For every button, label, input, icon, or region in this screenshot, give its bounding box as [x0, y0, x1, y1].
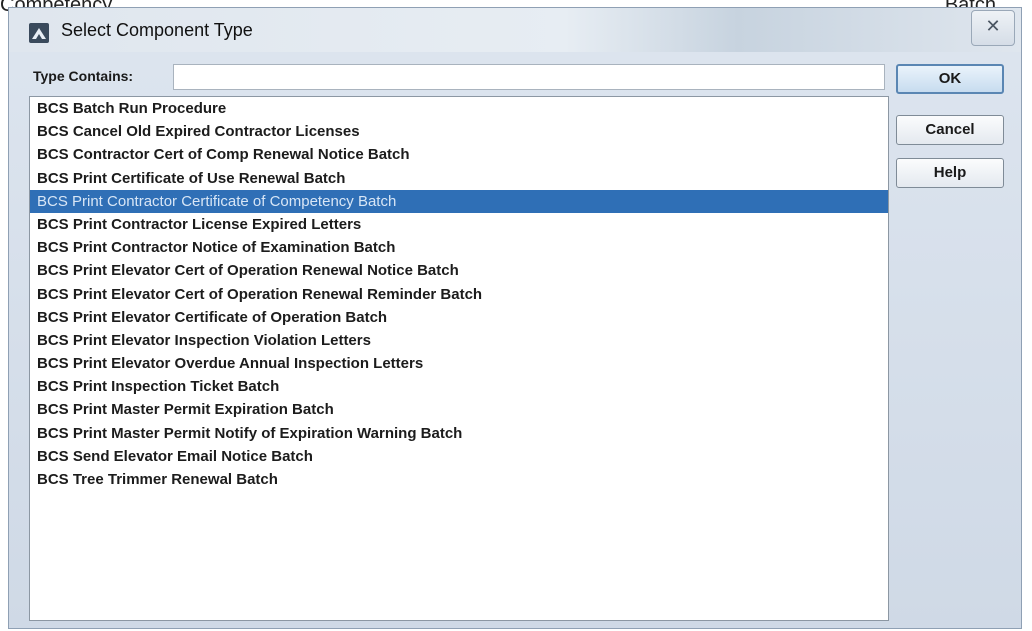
- list-item[interactable]: BCS Cancel Old Expired Contractor Licens…: [30, 120, 888, 143]
- list-item[interactable]: BCS Print Inspection Ticket Batch: [30, 375, 888, 398]
- list-item[interactable]: BCS Print Contractor License Expired Let…: [30, 213, 888, 236]
- close-button[interactable]: ✕: [971, 10, 1015, 46]
- app-icon: [29, 23, 49, 43]
- type-contains-label: Type Contains:: [33, 68, 134, 84]
- title-bar[interactable]: Select Component Type ✕: [9, 8, 1021, 52]
- close-icon: ✕: [985, 16, 1001, 36]
- type-contains-input[interactable]: [173, 64, 885, 90]
- list-item[interactable]: BCS Tree Trimmer Renewal Batch: [30, 468, 888, 491]
- list-item[interactable]: BCS Print Certificate of Use Renewal Bat…: [30, 167, 888, 190]
- list-item[interactable]: BCS Batch Run Procedure: [30, 97, 888, 120]
- dialog-title: Select Component Type: [61, 20, 253, 40]
- ok-button[interactable]: OK: [896, 64, 1004, 94]
- list-item[interactable]: BCS Send Elevator Email Notice Batch: [30, 445, 888, 468]
- list-item[interactable]: BCS Print Master Permit Notify of Expira…: [30, 422, 888, 445]
- list-item[interactable]: BCS Print Elevator Inspection Violation …: [30, 329, 888, 352]
- list-item[interactable]: BCS Print Elevator Certificate of Operat…: [30, 306, 888, 329]
- list-item[interactable]: BCS Print Elevator Cert of Operation Ren…: [30, 283, 888, 306]
- list-item-selected[interactable]: BCS Print Contractor Certificate of Comp…: [30, 189, 888, 213]
- select-component-type-dialog: Select Component Type ✕ Type Contains: B…: [8, 7, 1022, 629]
- list-item[interactable]: BCS Print Elevator Cert of Operation Ren…: [30, 259, 888, 282]
- help-button[interactable]: Help: [896, 158, 1004, 188]
- list-item[interactable]: BCS Print Master Permit Expiration Batch: [30, 398, 888, 421]
- component-type-list[interactable]: BCS Batch Run Procedure BCS Cancel Old Ex…: [29, 96, 889, 621]
- list-item[interactable]: BCS Print Contractor Notice of Examinati…: [30, 236, 888, 259]
- list-item[interactable]: BCS Contractor Cert of Comp Renewal Noti…: [30, 143, 888, 166]
- list-item[interactable]: BCS Print Elevator Overdue Annual Inspec…: [30, 352, 888, 375]
- cancel-button[interactable]: Cancel: [896, 115, 1004, 145]
